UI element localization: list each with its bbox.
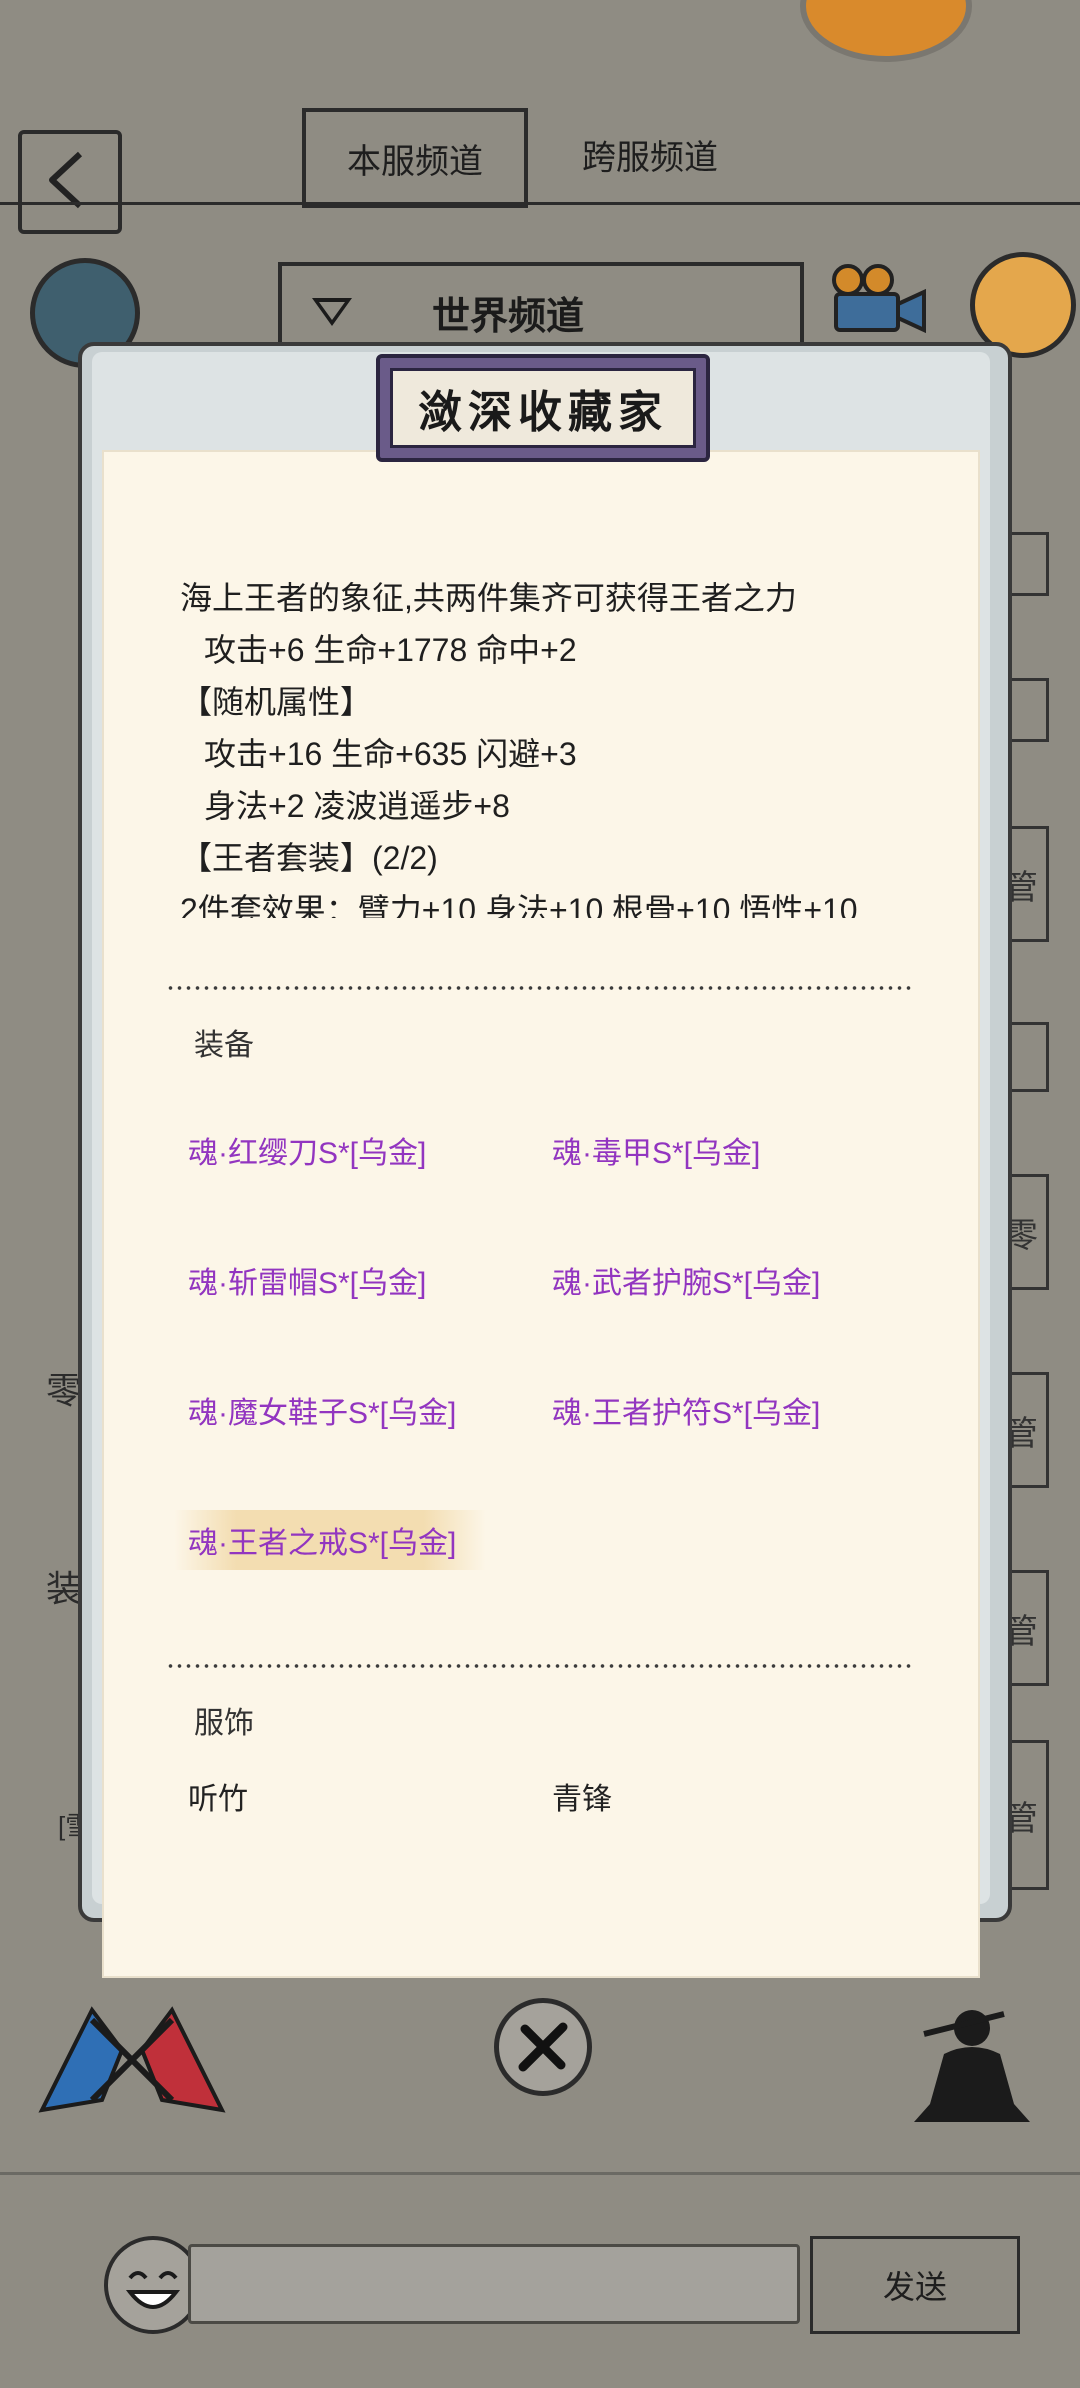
triangle-down-icon [312,298,352,326]
side-char: 装 [46,1568,83,1609]
equipment-item[interactable]: 魂·魔女鞋子S*[乌金] [188,1388,456,1432]
description-line: 身法+2 凌波逍遥步+8 [204,788,510,824]
description-line: 海上王者的象征,共两件集齐可获得王者之力 [180,580,797,616]
camera-icon[interactable] [826,262,930,338]
tab-cross-server[interactable]: 跨服频道 [560,108,740,200]
message-input[interactable] [188,2244,800,2324]
close-button[interactable] [494,1998,592,2096]
top-avatar[interactable] [800,0,972,62]
description-line: 攻击+16 生命+635 闪避+3 [204,736,577,772]
equipment-item[interactable]: 魂·王者护符S*[乌金] [552,1388,820,1432]
equipment-item[interactable]: 魂·红缨刀S*[乌金] [188,1128,426,1172]
description-line: 【随机属性】 [180,684,373,720]
send-button[interactable]: 发送 [810,2236,1020,2334]
tab-divider [0,202,1080,205]
meditation-icon[interactable] [904,2004,1034,2130]
costume-label: 服饰 [194,1707,254,1740]
tab-local-server[interactable]: 本服频道 [302,108,528,208]
item-description: 海上王者的象征,共两件集齐可获得王者之力 攻击+6 生命+1778 命中+2 【… [180,572,858,918]
duel-icon[interactable] [32,1990,232,2120]
input-bar-divider [0,2172,1080,2175]
equipment-item[interactable]: 魂·斩雷帽S*[乌金] [188,1258,426,1302]
close-x-icon [518,2022,568,2072]
equipment-label: 装备 [194,1029,254,1062]
equipment-item-selected[interactable]: 魂·王者之戒S*[乌金] [174,1510,487,1570]
equipment-item[interactable]: 魂·武者护腕S*[乌金] [552,1258,820,1302]
costume-item[interactable]: 听竹 [188,1774,248,1818]
description-line: 2件套效果：臂力+10 身法+10 根骨+10 悟性+10 [180,892,858,918]
back-button[interactable] [18,130,122,234]
dotted-divider [166,986,912,990]
dotted-divider [166,1664,912,1668]
description-line: 攻击+6 生命+1778 命中+2 [204,632,577,668]
channel-selector-label: 世界频道 [432,295,585,338]
description-line: 【王者套装】(2/2) [180,840,438,876]
popup-title: 潋深收藏家 [418,387,668,438]
equipment-item[interactable]: 魂·毒甲S*[乌金] [552,1128,760,1172]
popup-title-plate: 潋深收藏家 [376,354,710,462]
costume-item[interactable]: 青锋 [552,1774,612,1818]
side-char: 零 [46,1370,83,1411]
